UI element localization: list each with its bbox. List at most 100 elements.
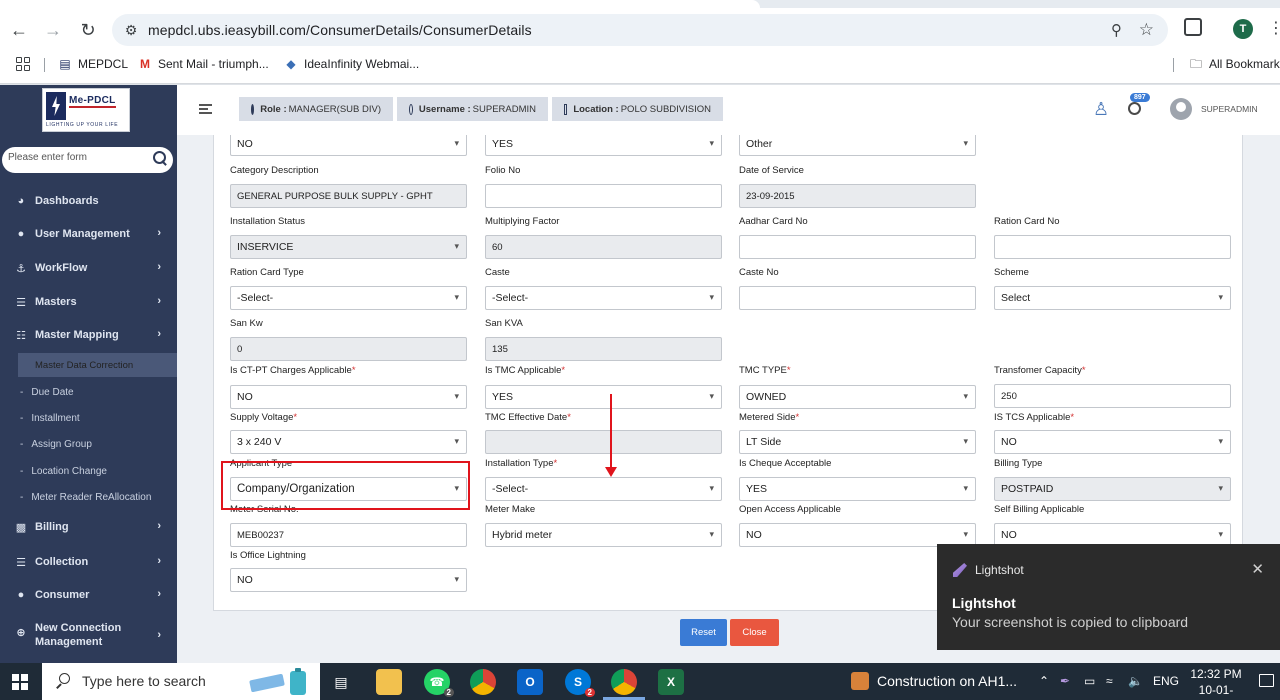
- document-icon: ▤: [59, 57, 71, 71]
- row0-col3-select[interactable]: Other: [739, 135, 976, 156]
- meter-serial-no-field[interactable]: MEB00237: [230, 523, 467, 547]
- header-user-name[interactable]: SUPERADMIN: [1201, 104, 1258, 114]
- back-arrow-icon[interactable]: ←: [7, 18, 31, 42]
- sidebar-sub-installment[interactable]: - Installment: [0, 406, 177, 430]
- category-description-field[interactable]: GENERAL PURPOSE BULK SUPPLY - GPHT: [230, 184, 467, 208]
- system-clock[interactable]: 12:32 PM 10-01-2025: [1187, 666, 1245, 700]
- lightshot-tray-icon[interactable]: ✒: [1060, 674, 1070, 688]
- sidebar-item-dashboards[interactable]: ◕ Dashboards: [0, 188, 177, 214]
- taskbar-search-input[interactable]: [82, 673, 242, 689]
- battery-icon[interactable]: ▭: [1084, 674, 1095, 688]
- list-icon: ☰: [16, 296, 26, 309]
- hamburger-menu-icon[interactable]: [199, 104, 212, 115]
- file-explorer-icon[interactable]: [376, 669, 402, 695]
- sidebar-search-input[interactable]: [8, 152, 148, 163]
- anchor-icon: ⚓: [16, 262, 26, 275]
- all-bookmarks[interactable]: 🗀 All Bookmark: [1189, 57, 1280, 71]
- avatar[interactable]: [1170, 98, 1192, 120]
- address-bar[interactable]: ⚙ mepdcl.ubs.ieasybill.com/ConsumerDetai…: [112, 14, 1168, 46]
- sidebar-sub-assign-group[interactable]: - Assign Group: [0, 432, 177, 456]
- reset-button[interactable]: Reset: [680, 619, 727, 646]
- bookmark-mepdcl[interactable]: ▤ MEPDCL: [58, 57, 128, 71]
- sidebar-item-master-mapping[interactable]: ☷ Master Mapping ›: [0, 322, 177, 348]
- cheque-acceptable-select[interactable]: YES: [739, 477, 976, 501]
- installation-type-select[interactable]: -Select-: [485, 477, 722, 501]
- sitemap-icon: ☷: [16, 329, 26, 342]
- site-settings-icon[interactable]: ⚙: [122, 21, 140, 39]
- row0-col1-select[interactable]: NO: [230, 135, 467, 156]
- chrome-icon[interactable]: [470, 669, 496, 695]
- san-kw-field[interactable]: 0: [230, 337, 467, 361]
- whatsapp-icon[interactable]: ☎ 2: [424, 669, 454, 697]
- tmc-effective-date-field[interactable]: [485, 430, 722, 454]
- lightshot-notification[interactable]: Lightshot ✕ Lightshot Your screenshot is…: [937, 544, 1280, 650]
- tmc-applicable-select[interactable]: YES: [485, 385, 722, 409]
- outlook-icon[interactable]: O: [517, 669, 543, 695]
- sidebar-item-collection[interactable]: ☰ Collection ›: [0, 549, 177, 575]
- browser-menu-icon[interactable]: ⋮: [1268, 18, 1280, 38]
- news-widget[interactable]: Construction on AH1...: [851, 672, 1017, 690]
- row0-col2-select[interactable]: YES: [485, 135, 722, 156]
- bookmark-star-icon[interactable]: ☆: [1139, 20, 1154, 40]
- notification-center-icon[interactable]: [1259, 674, 1274, 687]
- close-button[interactable]: Close: [730, 619, 779, 646]
- folio-no-field[interactable]: [485, 184, 722, 208]
- zoom-icon[interactable]: ⚲: [1111, 21, 1122, 39]
- meter-make-select[interactable]: Hybrid meter: [485, 523, 722, 547]
- extensions-icon[interactable]: [1184, 18, 1202, 36]
- sidebar-sub-meter-reader-reallocation[interactable]: - Meter Reader ReAllocation: [0, 485, 177, 509]
- transformer-capacity-field[interactable]: 250: [994, 384, 1231, 408]
- user-location-icon[interactable]: ♙: [1093, 99, 1109, 120]
- search-icon[interactable]: [153, 151, 167, 165]
- sidebar-item-consumer[interactable]: ● Consumer ›: [0, 582, 177, 608]
- ration-card-no-field[interactable]: [994, 235, 1231, 259]
- sidebar-sub-due-date[interactable]: - Due Date: [0, 380, 177, 404]
- installation-status-select[interactable]: INSERVICE: [230, 235, 467, 259]
- aadhar-card-no-field[interactable]: [739, 235, 976, 259]
- url-text[interactable]: mepdcl.ubs.ieasybill.com/ConsumerDetails…: [148, 22, 532, 38]
- sidebar-sub-location-change[interactable]: - Location Change: [0, 459, 177, 483]
- san-kva-field[interactable]: 135: [485, 337, 722, 361]
- multiplying-factor-field[interactable]: 60: [485, 235, 722, 259]
- ration-card-type-select[interactable]: -Select-: [230, 286, 467, 310]
- reload-icon[interactable]: ↻: [76, 18, 100, 42]
- caste-no-field[interactable]: [739, 286, 976, 310]
- notification-badge[interactable]: 897: [1130, 93, 1150, 102]
- clock-icon[interactable]: [1128, 102, 1141, 115]
- bookmark-sent-mail[interactable]: M Sent Mail - triumph...: [138, 57, 269, 71]
- volume-icon[interactable]: 🔈: [1128, 674, 1143, 688]
- wifi-icon[interactable]: ≈: [1106, 674, 1113, 688]
- tcs-applicable-select[interactable]: NO: [994, 430, 1231, 454]
- tmc-type-select[interactable]: OWNED: [739, 385, 976, 409]
- date-of-service-field[interactable]: 23-09-2015: [739, 184, 976, 208]
- billing-type-select[interactable]: POSTPAID: [994, 477, 1231, 501]
- language-indicator[interactable]: ENG: [1153, 674, 1179, 688]
- sidebar-item-masters[interactable]: ☰ Masters ›: [0, 289, 177, 315]
- chevron-up-icon[interactable]: ⌃: [1039, 674, 1049, 688]
- chevron-right-icon: ›: [157, 629, 161, 641]
- bookmark-ideainfinity[interactable]: ◆ IdeaInfinity Webmai...: [284, 57, 419, 71]
- close-icon[interactable]: ✕: [1251, 560, 1264, 578]
- chevron-right-icon: ›: [157, 328, 161, 340]
- sidebar-item-billing[interactable]: ▩ Billing ›: [0, 514, 177, 540]
- supply-voltage-select[interactable]: 3 x 240 V: [230, 430, 467, 454]
- profile-avatar[interactable]: T: [1233, 19, 1253, 39]
- mepdcl-logo[interactable]: Me-PDCL LIGHTING UP YOUR LIFE: [42, 88, 130, 132]
- scheme-select[interactable]: Select: [994, 286, 1231, 310]
- chevron-right-icon: ›: [157, 588, 161, 600]
- task-view-icon[interactable]: ▤: [328, 669, 354, 695]
- excel-icon[interactable]: X: [658, 669, 684, 695]
- sidebar-item-user-management[interactable]: ● User Management ›: [0, 221, 177, 247]
- skype-icon[interactable]: S2: [565, 669, 595, 697]
- chrome-profile-icon[interactable]: [611, 669, 637, 695]
- metered-side-select[interactable]: LT Side: [739, 430, 976, 454]
- sidebar-item-new-connection-management[interactable]: ⊕ New Connection Management ›: [0, 619, 177, 649]
- sidebar-item-workflow[interactable]: ⚓ WorkFlow ›: [0, 255, 177, 281]
- office-lightning-select[interactable]: NO: [230, 568, 467, 592]
- forward-arrow-icon[interactable]: →: [41, 18, 65, 42]
- sidebar-sub-master-data-correction[interactable]: Master Data Correction: [18, 353, 177, 377]
- ct-pt-charges-select[interactable]: NO: [230, 385, 467, 409]
- active-tab[interactable]: [0, 0, 760, 8]
- caste-select[interactable]: -Select-: [485, 286, 722, 310]
- windows-start-icon[interactable]: [12, 674, 28, 690]
